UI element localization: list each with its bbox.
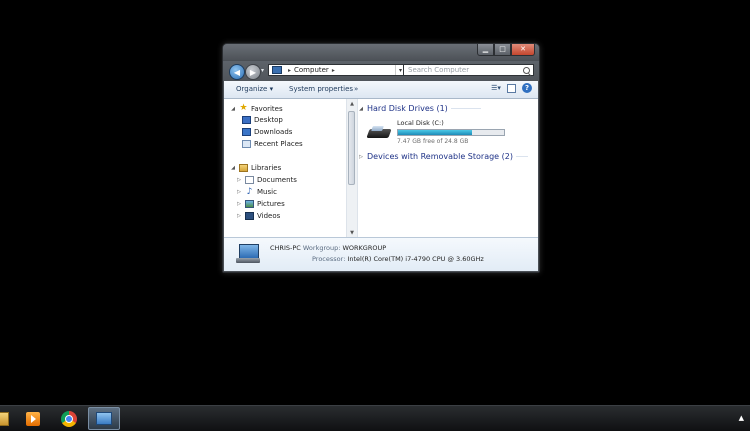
taskbar-file-explorer[interactable]: [0, 407, 18, 430]
group-divider: [450, 108, 481, 109]
recent-places-icon: [242, 140, 251, 148]
nav-item-label: Videos: [257, 212, 281, 220]
address-bar[interactable]: ▸ Computer ▸ ▾: [268, 64, 406, 76]
nav-item-music[interactable]: ▷ ♪ Music: [236, 187, 277, 197]
show-hidden-icons-icon[interactable]: ▲: [739, 414, 744, 422]
expand-arrow-icon[interactable]: ▷: [358, 154, 364, 160]
group-hard-disk-drives[interactable]: ◢ Hard Disk Drives (1): [358, 104, 481, 113]
details-row-processor: Processor: Intel(R) Core(TM) i7-4790 CPU…: [312, 255, 484, 263]
close-button[interactable]: ✕: [511, 44, 535, 56]
breadcrumb-separator[interactable]: ▸: [288, 67, 291, 74]
hard-drive-icon: [366, 123, 392, 141]
expand-arrow-icon[interactable]: ▷: [236, 213, 242, 219]
downloads-icon: [242, 128, 251, 136]
group-divider: [515, 156, 528, 157]
nav-item-desktop[interactable]: Desktop: [242, 116, 283, 124]
collapse-arrow-icon[interactable]: ◢: [230, 165, 236, 171]
libraries-icon: [239, 164, 248, 172]
nav-item-label: Recent Places: [254, 140, 303, 148]
group-removable-storage[interactable]: ▷ Devices with Removable Storage (2): [358, 152, 528, 161]
details-pane: CHRIS-PC Workgroup: WORKGROUP Processor:…: [224, 237, 538, 271]
search-input[interactable]: Search Computer: [403, 64, 534, 76]
change-view-icon[interactable]: ☰▾: [491, 83, 501, 93]
taskbar-media-player[interactable]: [17, 407, 49, 430]
nav-pane-scrollbar[interactable]: ▲ ▼: [346, 99, 358, 237]
computer-name: CHRIS-PC: [270, 244, 301, 252]
forward-button[interactable]: ▶: [245, 64, 261, 80]
caption-buttons: ▁ □ ✕: [477, 44, 535, 56]
workgroup-label: Workgroup:: [302, 244, 341, 252]
nav-item-pictures[interactable]: ▷ Pictures: [236, 200, 285, 208]
computer-icon: [272, 66, 282, 74]
title-bar[interactable]: ▁ □ ✕: [223, 44, 539, 60]
nav-item-documents[interactable]: ▷ Documents: [236, 176, 297, 184]
expand-arrow-icon[interactable]: ▷: [236, 189, 242, 195]
nav-libraries-label: Libraries: [251, 164, 282, 172]
nav-item-label: Pictures: [257, 200, 285, 208]
nav-item-recent-places[interactable]: Recent Places: [242, 140, 303, 148]
breadcrumb-computer[interactable]: Computer: [294, 66, 329, 74]
folder-icon: [0, 411, 9, 426]
nav-item-label: Documents: [257, 176, 297, 184]
organize-button[interactable]: Organize ▾: [236, 85, 273, 93]
scroll-down-arrow-icon[interactable]: ▼: [347, 228, 357, 237]
minimize-button[interactable]: ▁: [477, 44, 494, 56]
nav-favorites-label: Favorites: [251, 104, 283, 113]
navigation-pane[interactable]: ◢ ★ Favorites Desktop Downloads Recent P…: [224, 99, 346, 237]
taskbar-chrome[interactable]: [53, 407, 85, 430]
nav-item-downloads[interactable]: Downloads: [242, 128, 292, 136]
media-player-icon: [26, 411, 40, 426]
explorer-window[interactable]: ▁ □ ✕ ◀ ▶ ▾ ▸ Computer ▸ ▾ Search Comput…: [222, 43, 540, 273]
nav-item-label: Music: [257, 188, 277, 196]
desktop-icon: [242, 116, 251, 124]
expand-arrow-icon[interactable]: ▷: [236, 201, 242, 207]
processor-label: Processor:: [312, 255, 346, 263]
star-icon: ★: [239, 103, 248, 113]
collapse-arrow-icon[interactable]: ◢: [230, 106, 236, 112]
explorer-window-icon: [96, 412, 112, 425]
workgroup-value: WORKGROUP: [342, 244, 387, 252]
drive-free-space: 7.47 GB free of 24.8 GB: [397, 138, 469, 145]
nav-libraries[interactable]: ◢ Libraries: [230, 164, 281, 172]
computer-icon: [236, 244, 260, 264]
nav-item-label: Desktop: [254, 116, 283, 124]
music-icon: ♪: [246, 187, 253, 197]
drive-local-disk-c[interactable]: Local Disk (C:) 7.47 GB free of 24.8 GB: [366, 119, 505, 145]
system-properties-button[interactable]: System properties: [289, 85, 353, 93]
documents-icon: [245, 176, 254, 184]
more-commands-button[interactable]: »: [354, 85, 358, 93]
command-bar: Organize ▾ System properties » ☰▾ ?: [224, 81, 538, 99]
drive-usage-fill: [398, 130, 473, 135]
taskbar-computer-window[interactable]: [88, 407, 120, 430]
details-row-name: CHRIS-PC Workgroup: WORKGROUP: [270, 244, 386, 252]
taskbar: ▲: [0, 405, 750, 431]
nav-item-videos[interactable]: ▷ Videos: [236, 212, 280, 220]
processor-value: Intel(R) Core(TM) i7-4790 CPU @ 3.60GHz: [347, 255, 484, 263]
chrome-icon: [61, 410, 77, 427]
explorer-body: ◢ ★ Favorites Desktop Downloads Recent P…: [224, 99, 538, 237]
scroll-up-arrow-icon[interactable]: ▲: [347, 99, 357, 108]
collapse-arrow-icon[interactable]: ◢: [358, 106, 364, 112]
group-header-label: Hard Disk Drives (1): [367, 104, 448, 113]
pictures-icon: [245, 200, 254, 208]
drive-usage-bar: [397, 129, 505, 136]
preview-pane-icon[interactable]: [507, 83, 516, 93]
breadcrumb-separator[interactable]: ▸: [332, 67, 335, 74]
group-header-label: Devices with Removable Storage (2): [367, 152, 513, 161]
scrollbar-thumb[interactable]: [348, 111, 355, 185]
back-button[interactable]: ◀: [229, 64, 245, 80]
search-placeholder: Search Computer: [408, 66, 470, 74]
help-icon[interactable]: ?: [522, 83, 532, 93]
recent-pages-dropdown[interactable]: ▾: [261, 67, 264, 74]
expand-arrow-icon[interactable]: ▷: [236, 177, 242, 183]
nav-item-label: Downloads: [254, 128, 293, 136]
nav-favorites[interactable]: ◢ ★ Favorites: [230, 104, 283, 113]
navigation-bar: ◀ ▶ ▾ ▸ Computer ▸ ▾ Search Computer: [223, 61, 539, 81]
videos-icon: [245, 212, 254, 220]
search-icon[interactable]: [523, 66, 530, 74]
maximize-button[interactable]: □: [494, 44, 511, 56]
content-pane[interactable]: ◢ Hard Disk Drives (1) Local Disk (C:) 7…: [358, 99, 538, 237]
drive-name: Local Disk (C:): [397, 119, 444, 127]
